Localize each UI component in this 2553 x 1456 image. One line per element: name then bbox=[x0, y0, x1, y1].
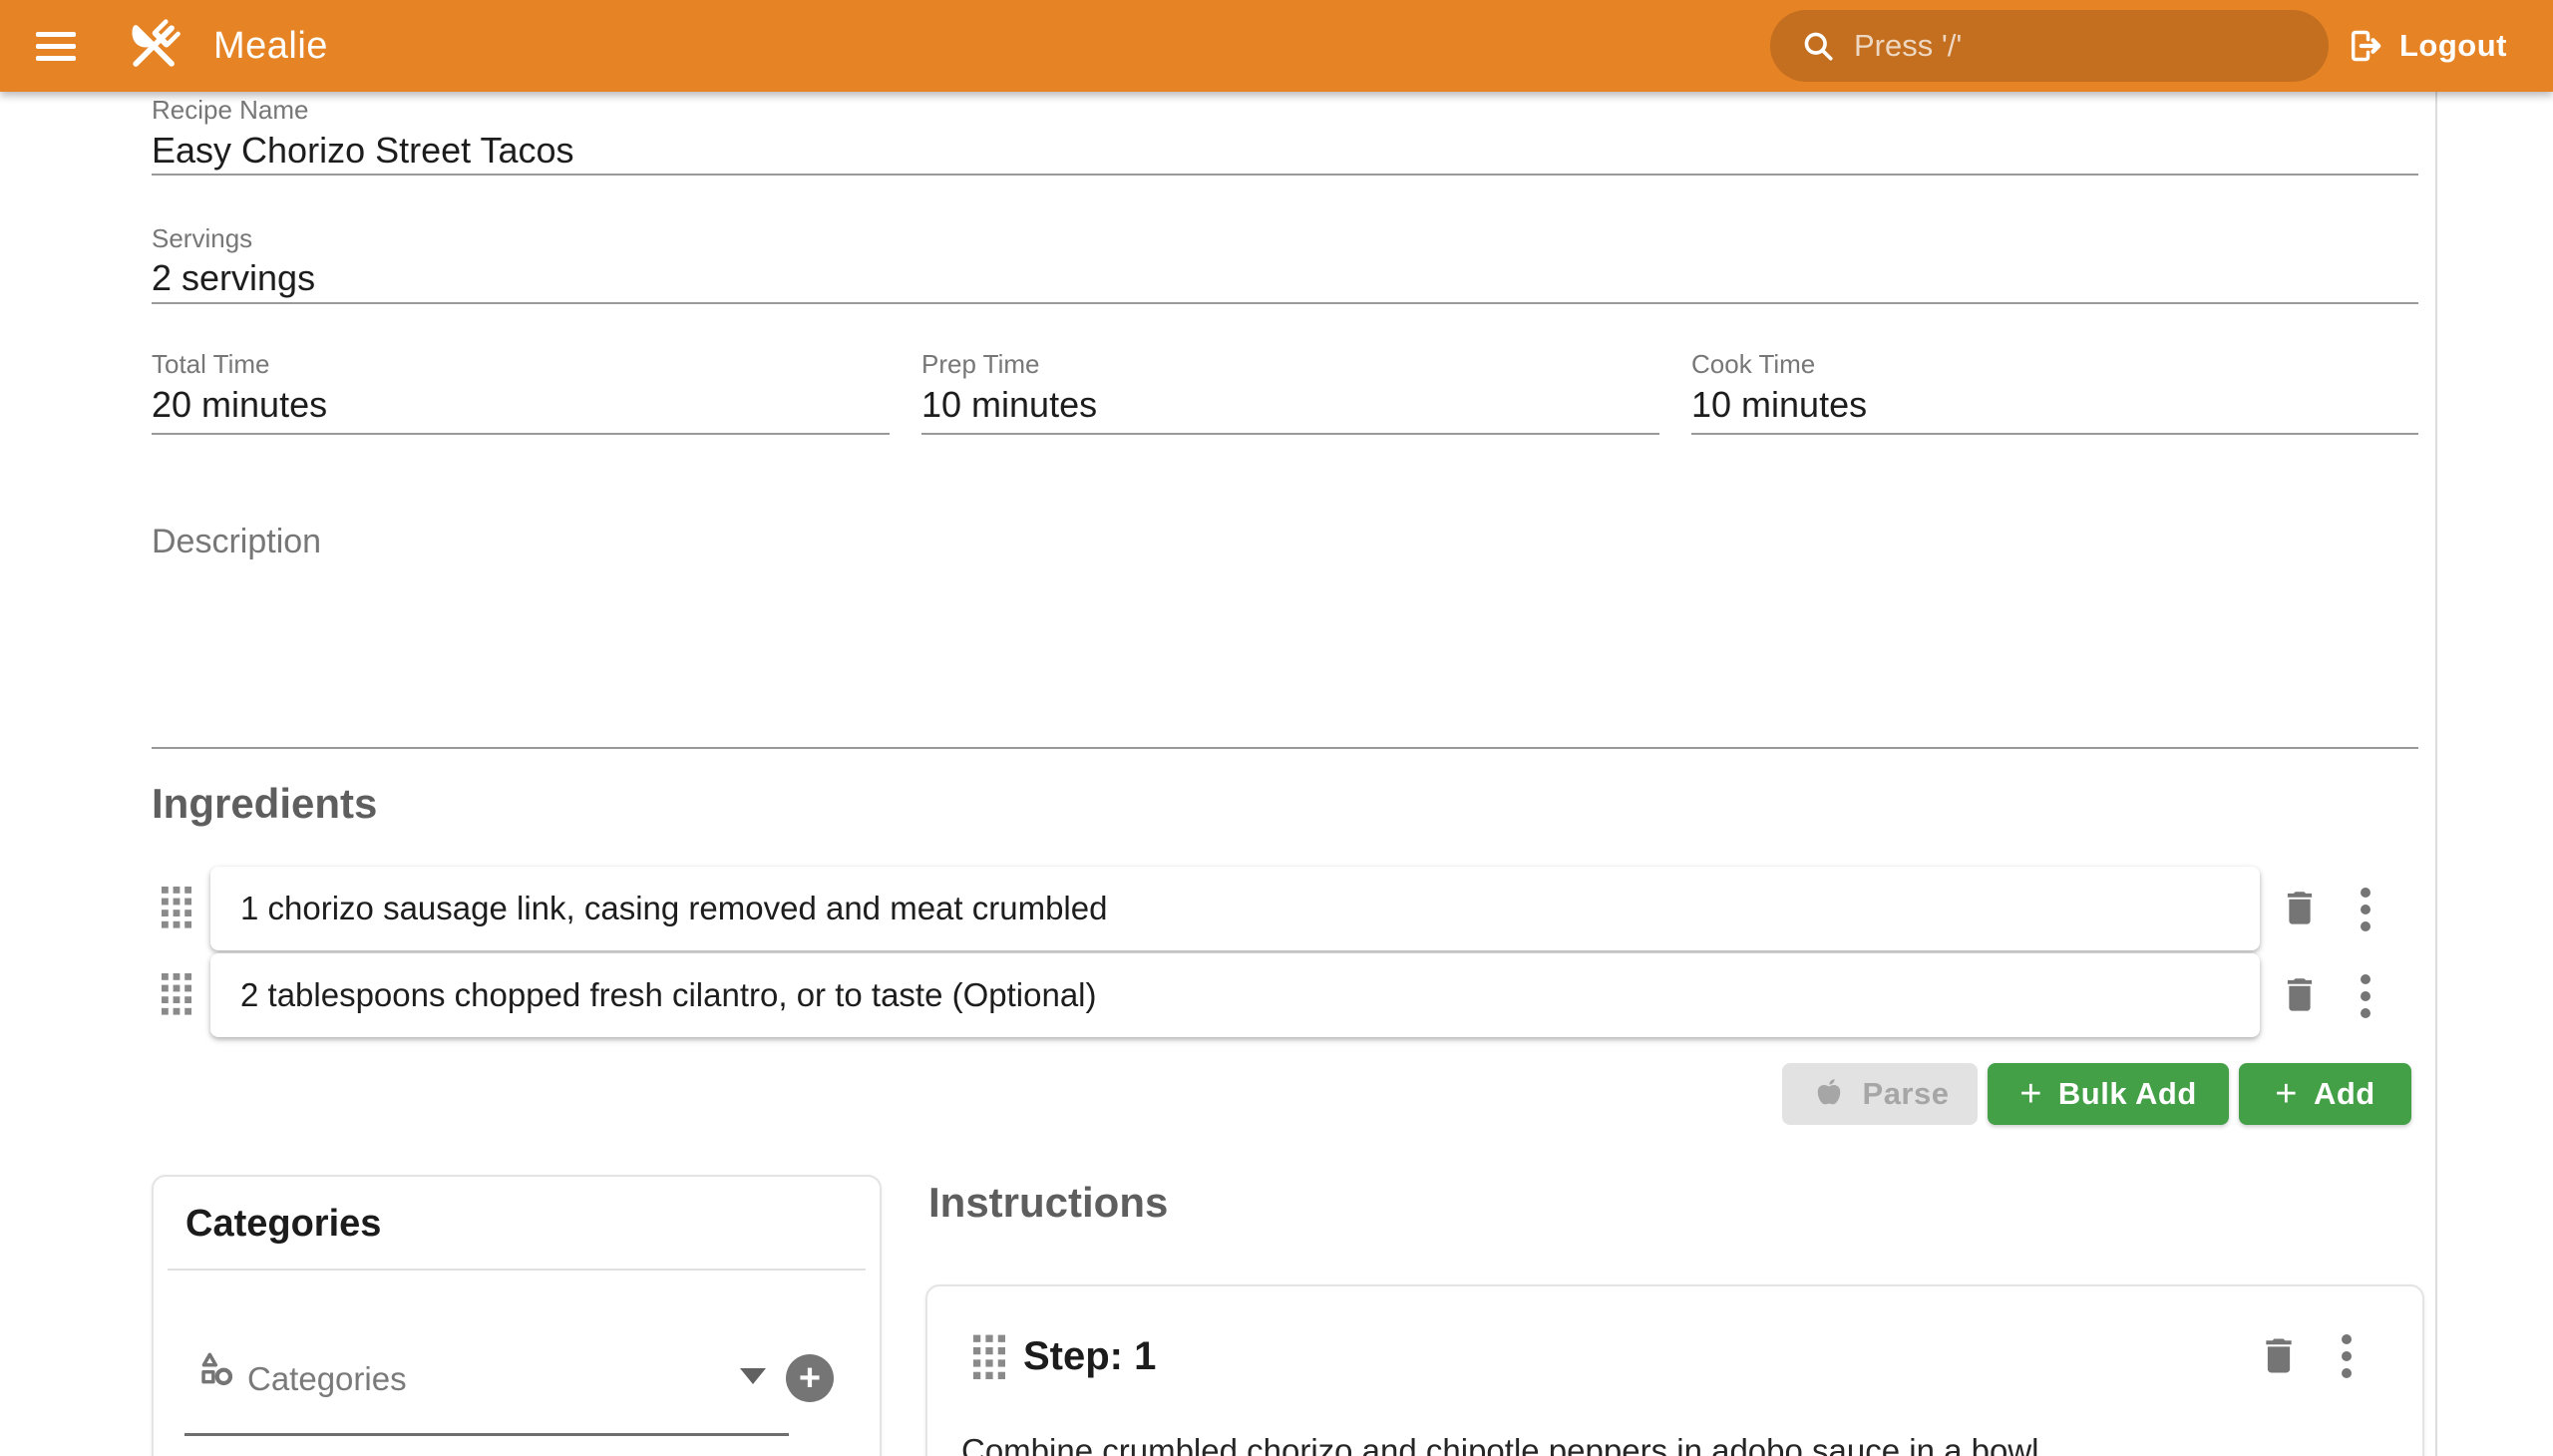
ingredient-text: 2 tablespoons chopped fresh cilantro, or… bbox=[240, 976, 1097, 1014]
servings-input[interactable]: 2 servings bbox=[152, 257, 315, 299]
delete-ingredient-button[interactable] bbox=[2278, 886, 2322, 932]
step-text-input[interactable]: Combine crumbled chorizo and chipotle pe… bbox=[961, 1426, 2377, 1456]
categories-select-underline bbox=[184, 1433, 789, 1436]
search-input[interactable] bbox=[1854, 28, 2273, 64]
prep-time-label: Prep Time bbox=[921, 349, 1040, 380]
drag-handle-icon[interactable] bbox=[162, 973, 191, 1020]
step-menu-button[interactable] bbox=[2342, 1334, 2352, 1378]
drag-handle-icon[interactable] bbox=[162, 887, 191, 933]
description-underline bbox=[152, 747, 2418, 749]
add-label: Add bbox=[2314, 1076, 2375, 1112]
prep-time-underline bbox=[921, 433, 1659, 435]
ingredient-input[interactable]: 1 chorizo sausage link, casing removed a… bbox=[210, 867, 2260, 950]
ingredient-input[interactable]: 2 tablespoons chopped fresh cilantro, or… bbox=[210, 953, 2260, 1037]
kebab-icon bbox=[2361, 888, 2371, 898]
mealie-logo-icon bbox=[118, 10, 189, 82]
ingredient-menu-button[interactable] bbox=[2361, 974, 2371, 1018]
trash-icon bbox=[2278, 972, 2322, 1016]
servings-label: Servings bbox=[152, 223, 252, 254]
parse-button[interactable]: Parse bbox=[1782, 1063, 1978, 1125]
cook-time-label: Cook Time bbox=[1691, 349, 1815, 380]
plus-icon: + bbox=[2275, 1075, 2298, 1113]
recipe-name-label: Recipe Name bbox=[152, 95, 309, 126]
ingredient-menu-button[interactable] bbox=[2361, 888, 2371, 931]
trash-icon bbox=[2278, 886, 2322, 929]
description-label: Description bbox=[152, 523, 321, 561]
step-title: Step: 1 bbox=[1023, 1334, 1156, 1379]
logout-icon bbox=[2346, 26, 2385, 66]
total-time-input[interactable]: 20 minutes bbox=[152, 384, 327, 426]
instructions-heading: Instructions bbox=[928, 1179, 1168, 1227]
logout-button[interactable]: Logout bbox=[2346, 0, 2507, 92]
trash-icon bbox=[2256, 1332, 2302, 1378]
search-bar[interactable] bbox=[1770, 10, 2329, 82]
cook-time-underline bbox=[1691, 433, 2418, 435]
prep-time-input[interactable]: 10 minutes bbox=[921, 384, 1097, 426]
app-title: Mealie bbox=[213, 0, 328, 92]
bulk-add-button[interactable]: + Bulk Add bbox=[1988, 1063, 2229, 1125]
drag-handle-icon[interactable] bbox=[973, 1334, 1005, 1385]
categories-select[interactable]: Categories bbox=[247, 1360, 407, 1398]
categories-card-title: Categories bbox=[185, 1203, 381, 1246]
total-time-label: Total Time bbox=[152, 349, 270, 380]
ingredients-heading: Ingredients bbox=[152, 780, 377, 828]
bulk-add-label: Bulk Add bbox=[2058, 1076, 2197, 1112]
delete-step-button[interactable] bbox=[2256, 1332, 2302, 1381]
delete-ingredient-button[interactable] bbox=[2278, 972, 2322, 1019]
app-header: Mealie Logout bbox=[0, 0, 2553, 92]
logout-label: Logout bbox=[2399, 28, 2507, 64]
total-time-underline bbox=[152, 433, 890, 435]
parse-label: Parse bbox=[1863, 1076, 1950, 1112]
plus-icon: + bbox=[799, 1359, 821, 1397]
recipe-name-input[interactable]: Easy Chorizo Street Tacos bbox=[152, 130, 574, 172]
chevron-down-icon[interactable] bbox=[740, 1368, 766, 1384]
categories-divider bbox=[168, 1269, 866, 1271]
add-ingredient-button[interactable]: + Add bbox=[2239, 1063, 2411, 1125]
cook-time-input[interactable]: 10 minutes bbox=[1691, 384, 1867, 426]
recipe-editor-page: Mealie Logout Recipe Name Easy Chorizo S… bbox=[0, 0, 2553, 1456]
menu-icon[interactable] bbox=[36, 29, 76, 63]
content-right-divider bbox=[2435, 92, 2437, 1456]
servings-underline bbox=[152, 302, 2418, 304]
category-shapes-icon bbox=[195, 1348, 237, 1395]
search-icon bbox=[1800, 28, 1836, 64]
description-textarea[interactable] bbox=[152, 558, 2418, 746]
recipe-name-underline bbox=[152, 174, 2418, 176]
ingredient-text: 1 chorizo sausage link, casing removed a… bbox=[240, 890, 1107, 927]
kebab-icon bbox=[2361, 974, 2371, 984]
add-category-button[interactable]: + bbox=[786, 1354, 834, 1402]
plus-icon: + bbox=[2019, 1075, 2042, 1113]
kebab-icon bbox=[2342, 1334, 2352, 1344]
apple-icon bbox=[1811, 1076, 1847, 1112]
